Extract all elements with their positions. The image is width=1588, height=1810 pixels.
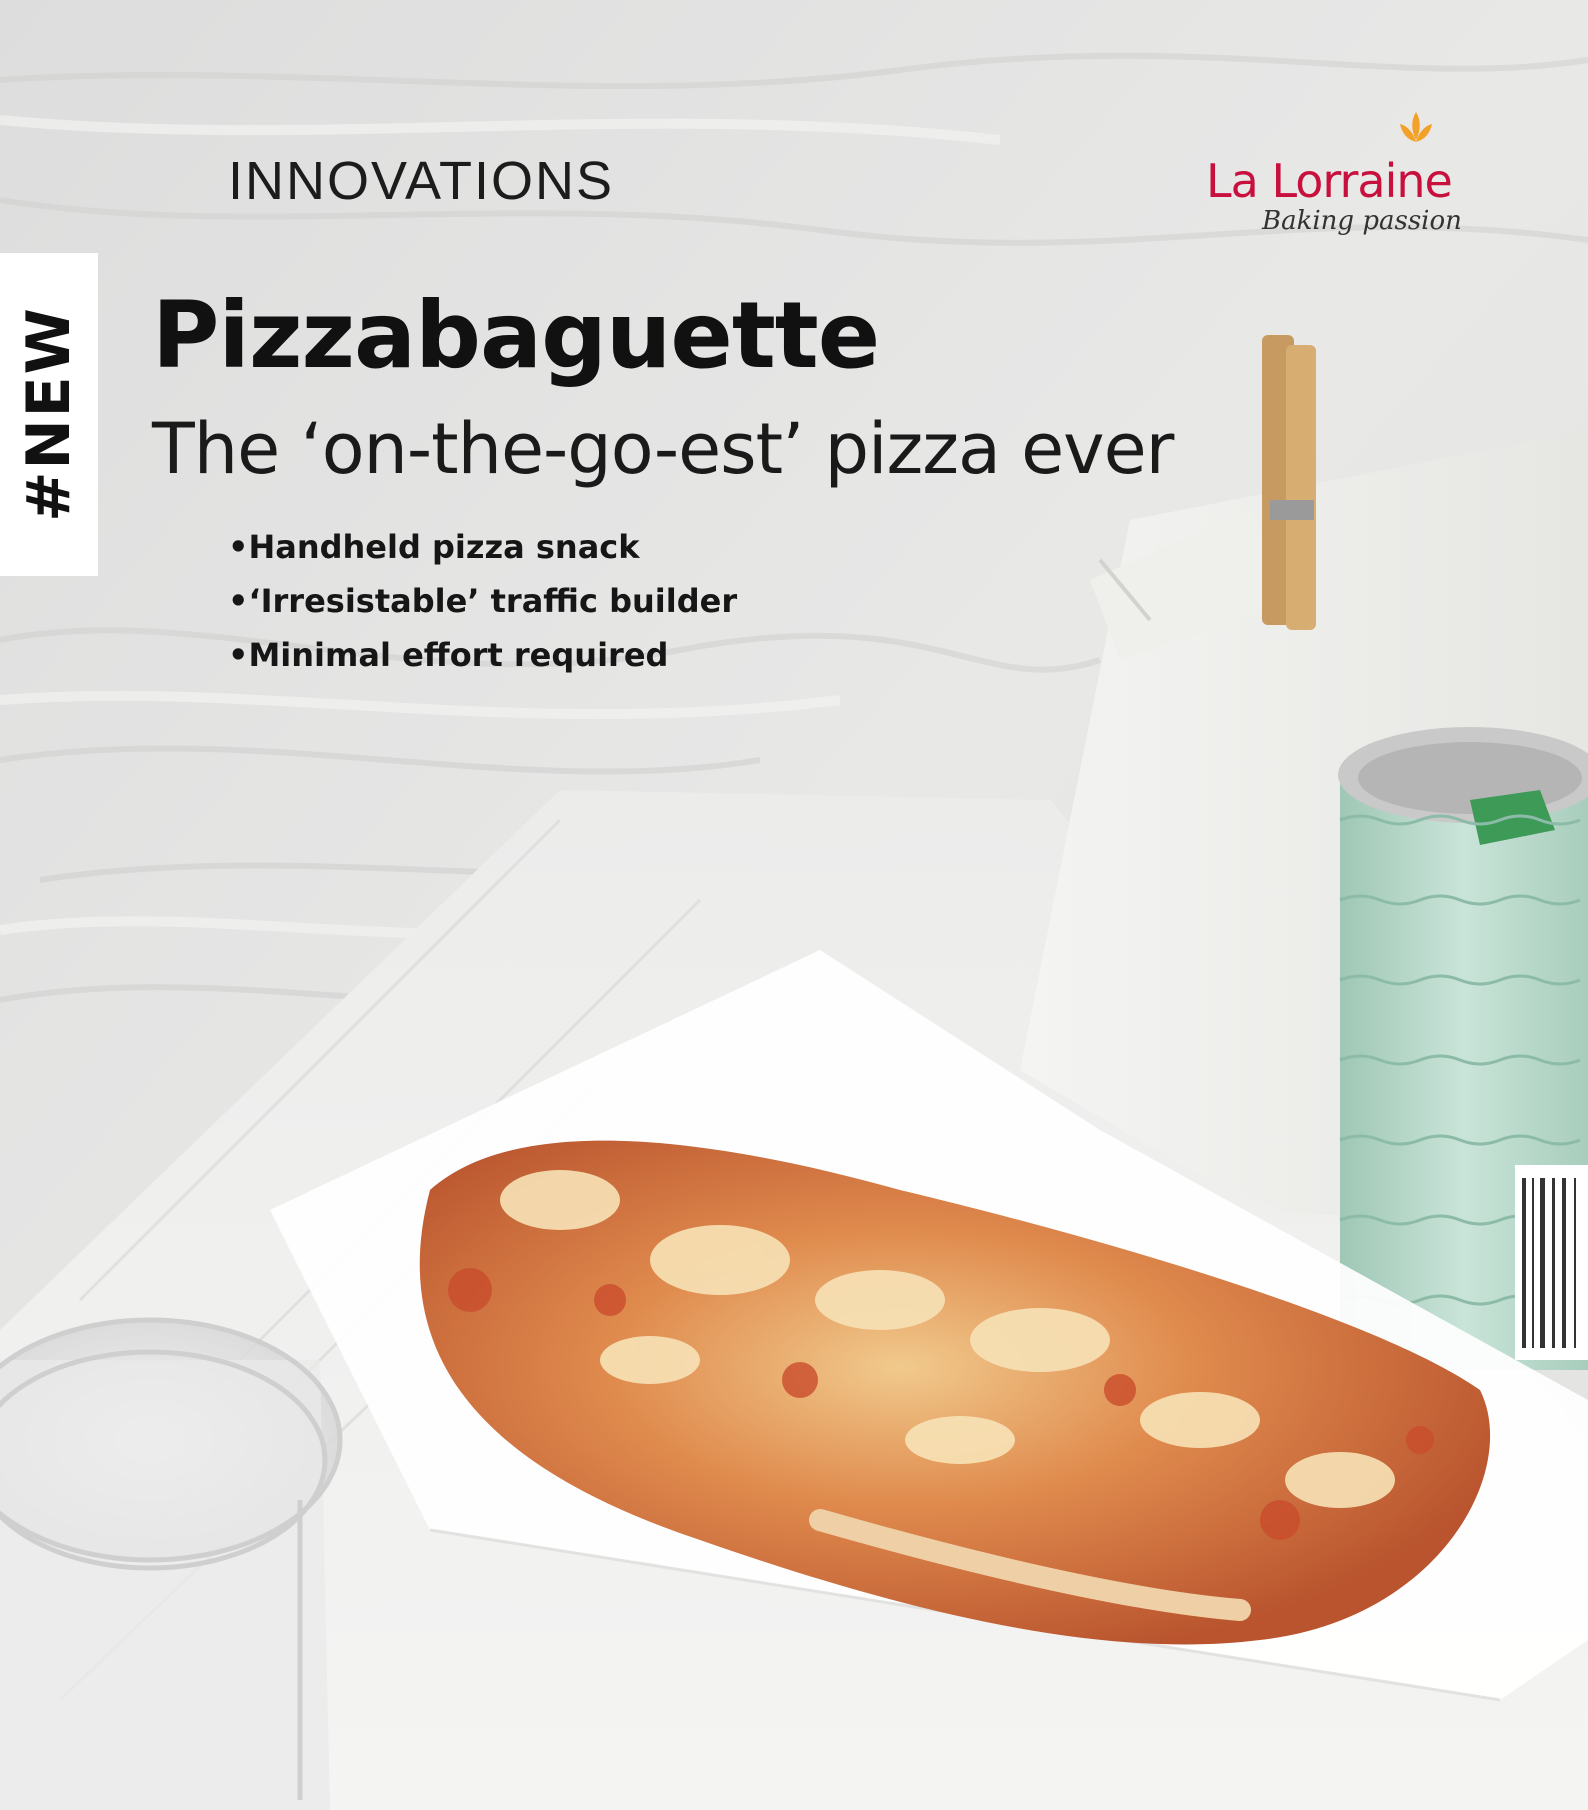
section-label: INNOVATIONS <box>228 151 615 211</box>
product-photo-background <box>0 0 1588 1810</box>
feature-item: ‘Irresistable’ traffic builder <box>228 579 737 633</box>
product-headline: Pizzabaguette <box>152 282 880 389</box>
feature-list: Handheld pizza snack ‘Irresistable’ traf… <box>228 525 737 687</box>
brand-logo: La Lorraine Baking passion <box>1200 110 1500 250</box>
new-tab-label: #NEW <box>14 306 84 522</box>
feature-item: Minimal effort required <box>228 633 737 687</box>
new-tab: #NEW <box>0 253 98 576</box>
wheat-flame-icon <box>1400 112 1432 142</box>
product-subheadline: The ‘on-the-go-est’ pizza ever <box>152 408 1174 490</box>
brand-name: La Lorraine <box>1206 154 1453 208</box>
feature-item: Handheld pizza snack <box>228 525 737 579</box>
brand-tagline: Baking passion <box>1262 206 1462 236</box>
